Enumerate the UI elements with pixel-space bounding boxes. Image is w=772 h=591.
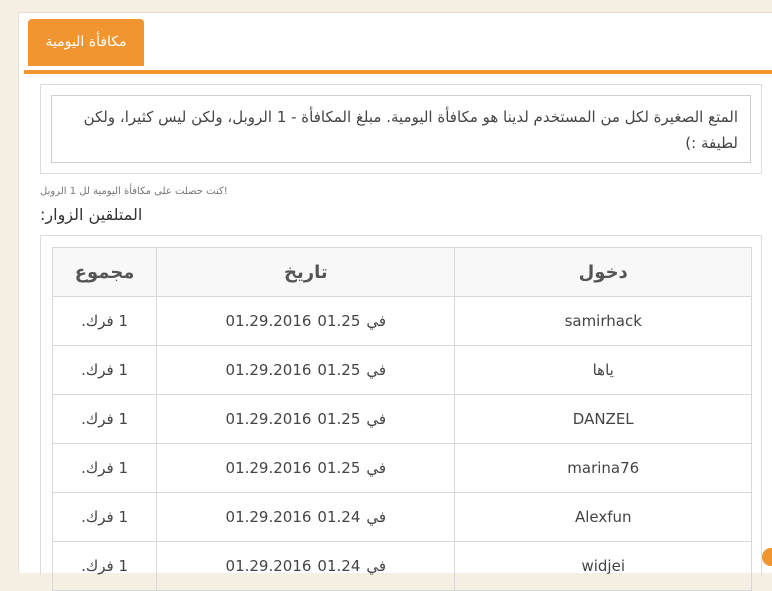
row-time-value: 01.24 [317,557,361,575]
row-time-value: 01.25 [317,410,361,428]
row-sum: 1 فرك. [51,296,158,346]
row-in-label: في [366,361,387,379]
row-date-value: 01.29.2016 [225,508,312,526]
row-login: marina76 [454,443,752,493]
row-in-label: في [366,459,387,477]
row-date: 01.29.2016 01.25 في [156,296,456,346]
tab-daily-bonus[interactable]: مكافأة اليومية [28,19,144,66]
row-date: 01.29.2016 01.25 في [156,345,456,395]
header-sum: مجموع [51,247,158,297]
recipients-table-container: مجموع تاريخ دخول 1 فرك. 01.29.2016 01.25 ف… [40,235,762,591]
row-date: 01.29.2016 01.25 في [156,394,456,444]
row-in-label: في [366,508,387,526]
row-date-value: 01.29.2016 [225,459,312,477]
table-row: 1 فرك. 01.29.2016 01.24 في widjei [51,541,752,591]
row-login: Alexfun [454,492,752,542]
info-text: المتع الصغيرة لكل من المستخدم لدينا هو م… [51,95,751,163]
row-date-value: 01.29.2016 [225,557,312,575]
row-date: 01.29.2016 01.25 في [156,443,456,493]
table-row: 1 فرك. 01.29.2016 01.25 في ياها [51,345,752,395]
table-header-row: مجموع تاريخ دخول [51,247,752,297]
row-sum: 1 فرك. [51,443,158,493]
recipients-table: مجموع تاريخ دخول 1 فرك. 01.29.2016 01.25 ف… [51,247,752,591]
bonus-received-note: !كنت حصلت على مكافأة اليومية لل 1 الروبل [40,186,228,197]
row-date-value: 01.29.2016 [225,312,312,330]
row-time-value: 01.24 [317,508,361,526]
recipients-heading: المتلقين الزوار: [40,205,143,224]
row-date: 01.29.2016 01.24 في [156,492,456,542]
row-login: samirhack [454,296,752,346]
tab-bar: مكافأة اليومية [24,12,772,74]
table-row: 1 فرك. 01.29.2016 01.24 في Alexfun [51,492,752,542]
row-login: ياها [454,345,752,395]
row-in-label: في [366,312,387,330]
row-date: 01.29.2016 01.24 في [156,541,456,591]
row-date-value: 01.29.2016 [225,361,312,379]
row-sum: 1 فرك. [51,394,158,444]
row-time-value: 01.25 [317,312,361,330]
row-login: DANZEL [454,394,752,444]
table-row: 1 فرك. 01.29.2016 01.25 في samirhack [51,296,752,346]
header-date: تاريخ [156,247,456,297]
header-login: دخول [454,247,752,297]
row-sum: 1 فرك. [51,492,158,542]
row-in-label: في [366,410,387,428]
row-time-value: 01.25 [317,361,361,379]
info-box: المتع الصغيرة لكل من المستخدم لدينا هو م… [40,84,762,174]
row-in-label: في [366,557,387,575]
table-row: 1 فرك. 01.29.2016 01.25 في marina76 [51,443,752,493]
row-sum: 1 فرك. [51,541,158,591]
row-login: widjei [454,541,752,591]
row-date-value: 01.29.2016 [225,410,312,428]
table-row: 1 فرك. 01.29.2016 01.25 في DANZEL [51,394,752,444]
row-sum: 1 فرك. [51,345,158,395]
row-time-value: 01.25 [317,459,361,477]
